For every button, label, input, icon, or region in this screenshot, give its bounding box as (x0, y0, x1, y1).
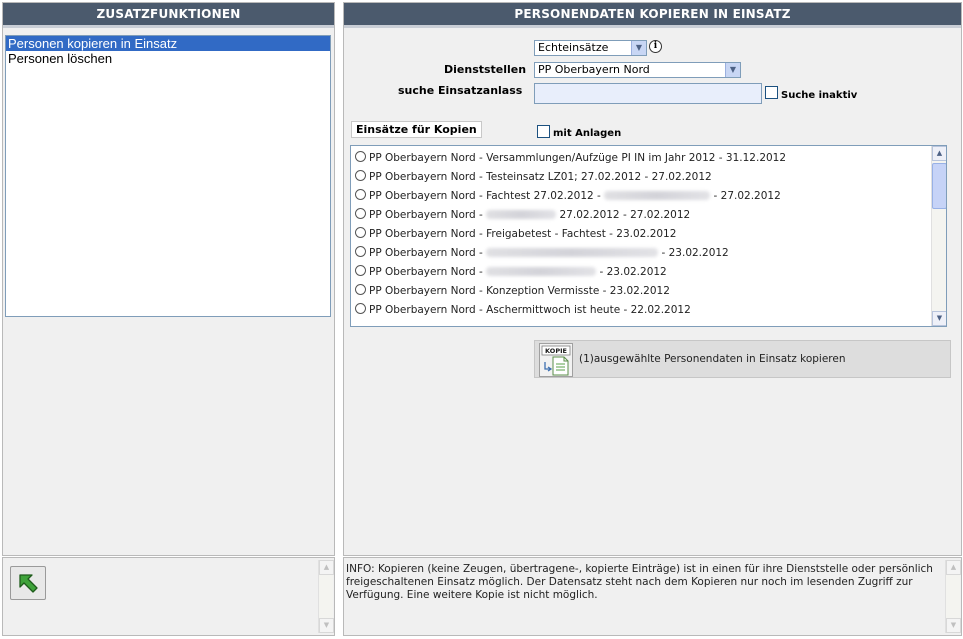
einsatz-row[interactable]: PP Oberbayern Nord - - 23.02.2012 (351, 263, 946, 282)
einsatz-text: PP Oberbayern Nord - (369, 247, 487, 259)
function-item-copy-persons[interactable]: Personen kopieren in Einsatz (6, 36, 330, 51)
scroll-down-button[interactable]: ▼ (946, 618, 961, 633)
scroll-down-button[interactable]: ▼ (932, 311, 946, 326)
radio-button[interactable] (355, 170, 366, 181)
scroll-up-button[interactable]: ▲ (932, 146, 946, 161)
einsatz-text: PP Oberbayern Nord - Konzeption Vermisst… (369, 285, 670, 297)
einsatz-row[interactable]: PP Oberbayern Nord - - 23.02.2012 (351, 244, 946, 263)
scroll-down-button[interactable]: ▼ (319, 618, 334, 633)
einsatz-text-end: - 27.02.2012 (710, 190, 781, 202)
radio-button[interactable] (355, 246, 366, 257)
arrow-up-left-icon (19, 574, 38, 593)
einsatz-text-end: 27.02.2012 - 27.02.2012 (556, 209, 691, 221)
radio-button[interactable] (355, 189, 366, 200)
function-list[interactable]: Personen kopieren in Einsatz Personen lö… (5, 35, 331, 317)
copy-area: KOPIE (1)ausgewählte Personendaten in Ei… (534, 340, 951, 378)
einsatz-text: PP Oberbayern Nord - Aschermittwoch ist … (369, 304, 691, 316)
radio-button[interactable] (355, 284, 366, 295)
left-panel: ZUSATZFUNKTIONEN Personen kopieren in Ei… (2, 2, 335, 556)
scroll-up-button[interactable]: ▲ (946, 560, 961, 575)
chevron-down-icon: ▼ (725, 63, 740, 77)
left-panel-title: ZUSATZFUNKTIONEN (3, 3, 334, 28)
chevron-down-icon: ▼ (631, 41, 646, 55)
search-label: suche Einsatzanlass (398, 84, 523, 97)
dienststellen-label: Dienststellen (444, 63, 527, 76)
einsatz-row[interactable]: PP Oberbayern Nord - Fachtest 27.02.2012… (351, 187, 946, 206)
radio-button[interactable] (355, 227, 366, 238)
einsatz-text: PP Oberbayern Nord - Fachtest 27.02.2012… (369, 190, 605, 202)
back-button[interactable] (10, 566, 46, 600)
einsatz-row[interactable]: PP Oberbayern Nord - Aschermittwoch ist … (351, 301, 946, 320)
radio-button[interactable] (355, 265, 366, 276)
copy-label: (1)ausgewählte Personendaten in Einsatz … (579, 353, 846, 365)
einsatz-type-select[interactable]: Echteinsätze ▼ (534, 40, 647, 56)
redacted-text (486, 267, 597, 276)
einsatz-row[interactable]: PP Oberbayern Nord - Versammlungen/Aufzü… (351, 149, 946, 168)
search-inactive-checkbox[interactable] (765, 86, 778, 99)
einsatz-row[interactable]: PP Oberbayern Nord - 27.02.2012 - 27.02.… (351, 206, 946, 225)
einsatz-text: PP Oberbayern Nord - Versammlungen/Aufzü… (369, 152, 787, 164)
einsatz-text-end: - 23.02.2012 (658, 247, 729, 259)
einsatz-list[interactable]: PP Oberbayern Nord - Versammlungen/Aufzü… (350, 145, 947, 327)
einsatz-text: PP Oberbayern Nord - Freigabetest - Fach… (369, 228, 677, 240)
left-info-scrollbar[interactable]: ▲ ▼ (318, 560, 334, 633)
info-panel: INFO: Kopieren (keine Zeugen, übertragen… (343, 557, 962, 636)
redacted-text (604, 191, 711, 200)
dienststellen-value: PP Oberbayern Nord (538, 63, 650, 76)
einsatz-row[interactable]: PP Oberbayern Nord - Testeinsatz LZ01; 2… (351, 168, 946, 187)
right-panel: PERSONENDATEN KOPIEREN IN EINSATZ Echtei… (343, 2, 962, 556)
search-input[interactable] (534, 83, 762, 104)
scroll-up-button[interactable]: ▲ (319, 560, 334, 575)
mit-anlagen-checkbox[interactable] (537, 125, 550, 138)
einsaetze-header: Einsätze für Kopien (351, 121, 482, 138)
copy-button[interactable]: KOPIE (539, 343, 573, 377)
info-icon[interactable]: i (649, 40, 662, 53)
einsatz-text: PP Oberbayern Nord - (369, 209, 487, 221)
copy-badge-text: KOPIE (545, 347, 567, 355)
einsatz-text-end: - 23.02.2012 (596, 266, 667, 278)
einsatz-text: PP Oberbayern Nord - (369, 266, 487, 278)
einsatz-list-scrollbar[interactable]: ▲ ▼ (931, 146, 946, 326)
search-inactive-label: Suche inaktiv (781, 90, 858, 101)
redacted-text (486, 248, 659, 257)
info-text: INFO: Kopieren (keine Zeugen, übertragen… (346, 563, 933, 601)
left-bottom-panel: ▲ ▼ (2, 557, 335, 636)
info-scrollbar[interactable]: ▲ ▼ (945, 560, 961, 633)
radio-button[interactable] (355, 303, 366, 314)
scroll-thumb[interactable] (932, 163, 946, 209)
mit-anlagen-label: mit Anlagen (553, 128, 622, 139)
function-item-delete-persons[interactable]: Personen löschen (6, 51, 330, 66)
radio-button[interactable] (355, 151, 366, 162)
radio-button[interactable] (355, 208, 366, 219)
copy-document-icon: KOPIE (541, 345, 571, 376)
einsatz-type-value: Echteinsätze (538, 41, 609, 54)
einsatz-row[interactable]: PP Oberbayern Nord - Freigabetest - Fach… (351, 225, 946, 244)
einsatz-text: PP Oberbayern Nord - Testeinsatz LZ01; 2… (369, 171, 712, 183)
right-panel-title: PERSONENDATEN KOPIEREN IN EINSATZ (344, 3, 961, 28)
dienststellen-select[interactable]: PP Oberbayern Nord ▼ (534, 62, 741, 78)
redacted-text (486, 210, 557, 219)
einsatz-row[interactable]: PP Oberbayern Nord - Konzeption Vermisst… (351, 282, 946, 301)
